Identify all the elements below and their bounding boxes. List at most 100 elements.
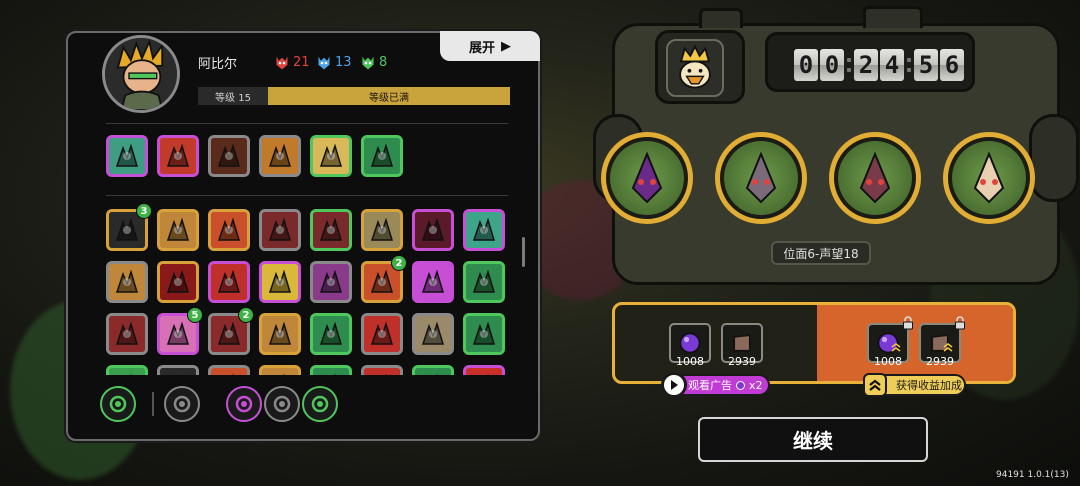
partial-1-icon[interactable] bbox=[157, 365, 199, 375]
swirl-filter-icon[interactable] bbox=[264, 386, 300, 422]
blue-demon-icon bbox=[317, 53, 331, 71]
book-icon[interactable] bbox=[412, 261, 454, 303]
continue-button[interactable]: 继续 bbox=[698, 417, 928, 462]
partial-3-icon[interactable] bbox=[259, 365, 301, 375]
play-arrow-icon: ▶ bbox=[501, 38, 511, 54]
hero-slot[interactable] bbox=[943, 132, 1035, 224]
purple-creature-icon bbox=[610, 141, 684, 215]
claw-icon[interactable] bbox=[259, 209, 301, 251]
timer-digit: 2 bbox=[854, 49, 878, 81]
machine-pipe bbox=[699, 8, 743, 28]
red-claw-creature-icon bbox=[838, 141, 912, 215]
leaf-skill-icon[interactable] bbox=[361, 135, 403, 177]
timer-digit: 6 bbox=[940, 49, 964, 81]
stack-count-badge: 2 bbox=[391, 255, 407, 271]
lock-icon bbox=[901, 315, 915, 330]
all-filter-icon[interactable] bbox=[100, 386, 136, 422]
explosion-skill-icon[interactable] bbox=[157, 135, 199, 177]
boost-chevron-icon bbox=[943, 337, 953, 352]
wave-icon[interactable] bbox=[361, 313, 403, 355]
play-icon[interactable] bbox=[661, 372, 687, 398]
red-demon-stat: 21 bbox=[274, 53, 310, 71]
purple-orb-icon bbox=[736, 380, 745, 390]
hero-panel: 阿比尔 21 13 8 展开 ▶ 等级 15 等级已满 3 2 5 2 bbox=[66, 31, 540, 441]
boost-chevron-icon bbox=[891, 337, 901, 352]
earn-bonus-label: 获得收益加成 bbox=[896, 379, 962, 392]
shards-icon[interactable] bbox=[310, 313, 352, 355]
scroll-filter-icon[interactable] bbox=[302, 386, 338, 422]
rune-icon[interactable] bbox=[157, 209, 199, 251]
hero-avatar[interactable] bbox=[102, 35, 180, 113]
double-chevron-up-icon[interactable] bbox=[863, 373, 887, 397]
duck-king-icon[interactable] bbox=[666, 39, 724, 97]
hero-selection-machine: 002456 位面6-声望18 bbox=[593, 6, 1079, 285]
face-icon[interactable] bbox=[310, 261, 352, 303]
countdown-timer: 002456 bbox=[765, 32, 975, 92]
partial-6-icon[interactable] bbox=[412, 365, 454, 375]
partial-7-icon[interactable] bbox=[463, 365, 505, 375]
sun-icon[interactable] bbox=[259, 313, 301, 355]
green-demon-icon bbox=[361, 53, 375, 71]
blue-demon-stat: 13 bbox=[316, 53, 352, 71]
hero-slot[interactable] bbox=[715, 132, 807, 224]
machine-side-tab bbox=[1029, 114, 1079, 202]
shield-icon[interactable] bbox=[412, 313, 454, 355]
timer-digits: 002456 bbox=[794, 49, 964, 81]
chain-icon[interactable] bbox=[106, 261, 148, 303]
flame-icon[interactable] bbox=[208, 209, 250, 251]
grass-icon[interactable] bbox=[463, 313, 505, 355]
glasses-guy-icon bbox=[952, 141, 1026, 215]
hero-slot[interactable] bbox=[601, 132, 693, 224]
partial-2-icon[interactable] bbox=[208, 365, 250, 375]
hero-name: 阿比尔 bbox=[198, 57, 238, 72]
timer-colon bbox=[906, 55, 912, 75]
lock-icon bbox=[953, 315, 967, 330]
orb-filter-icon[interactable] bbox=[226, 386, 262, 422]
bomb-skill-icon[interactable] bbox=[259, 135, 301, 177]
scrollbar[interactable] bbox=[522, 237, 525, 267]
crown-box bbox=[655, 30, 745, 104]
axe-icon[interactable] bbox=[106, 313, 148, 355]
timer-colon bbox=[846, 55, 852, 75]
reward-count: 1008 bbox=[676, 355, 704, 368]
expand-label: 展开 bbox=[468, 40, 495, 56]
demon-mask-skill-icon[interactable] bbox=[208, 135, 250, 177]
divider bbox=[106, 195, 508, 196]
reward-count: 1008 bbox=[874, 355, 902, 368]
partial-4-icon[interactable] bbox=[310, 365, 352, 375]
tree-arrow-icon[interactable] bbox=[106, 365, 148, 375]
divider bbox=[152, 392, 154, 416]
timer-digit: 5 bbox=[914, 49, 938, 81]
vortex-icon[interactable] bbox=[463, 209, 505, 251]
tree-icon[interactable] bbox=[310, 209, 352, 251]
mech-mask-icon bbox=[724, 141, 798, 215]
beast-icon[interactable] bbox=[208, 261, 250, 303]
watch-ad-label: 观看广告 bbox=[688, 379, 732, 392]
timer-digit: 4 bbox=[880, 49, 904, 81]
lightning-filter-icon[interactable] bbox=[164, 386, 200, 422]
level-max-status: 等级已满 bbox=[268, 87, 510, 105]
machine-pipe bbox=[863, 6, 923, 28]
stage-label: 位面6-声望18 bbox=[771, 241, 871, 265]
fangs-icon[interactable] bbox=[412, 209, 454, 251]
scroll-icon[interactable] bbox=[259, 261, 301, 303]
thorns-icon[interactable] bbox=[463, 261, 505, 303]
bonus-reward-area bbox=[817, 305, 1013, 381]
level-label: 等级 15 bbox=[198, 87, 268, 105]
green-demon-count: 8 bbox=[379, 54, 388, 70]
stack-count-badge: 2 bbox=[238, 307, 254, 323]
green-demon-stat: 8 bbox=[360, 53, 387, 71]
divider bbox=[106, 123, 508, 124]
timer-digit: 0 bbox=[794, 49, 818, 81]
pillar-skill-icon[interactable] bbox=[310, 135, 352, 177]
expand-button[interactable]: 展开 ▶ bbox=[440, 31, 540, 61]
ad-multiplier: x2 bbox=[749, 378, 763, 392]
level-bar: 等级 15 等级已满 bbox=[198, 87, 510, 105]
compass-skill-icon[interactable] bbox=[106, 135, 148, 177]
tooth-icon[interactable] bbox=[157, 261, 199, 303]
fence-icon[interactable] bbox=[361, 209, 403, 251]
hero-slot[interactable] bbox=[829, 132, 921, 224]
inventory-viewport[interactable]: 3 2 5 2 bbox=[98, 199, 508, 375]
partial-5-icon[interactable] bbox=[361, 365, 403, 375]
stack-count-badge: 3 bbox=[136, 203, 152, 219]
